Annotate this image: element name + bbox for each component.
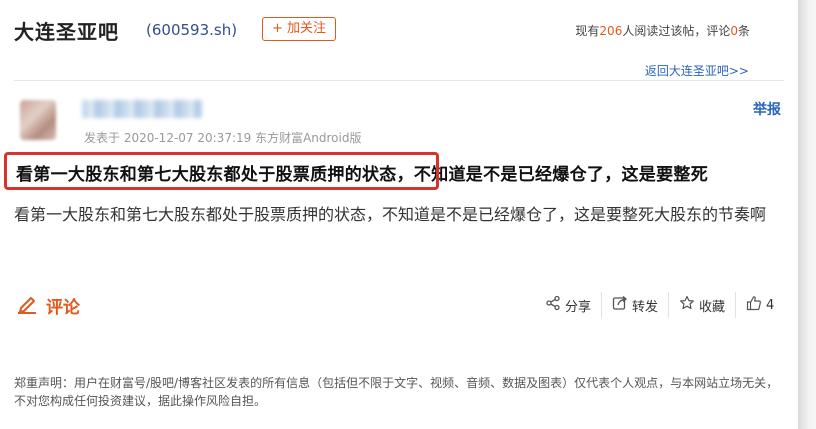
share-label: 分享 xyxy=(565,299,592,315)
stats-mid: 人阅读过该帖，评论 xyxy=(622,24,731,38)
bar-name[interactable]: 大连圣亚吧 xyxy=(14,16,119,45)
star-icon xyxy=(679,295,699,315)
comment-label: 评论 xyxy=(46,297,80,318)
follow-button[interactable]: + 加关注 xyxy=(262,17,336,41)
like-count: 4 xyxy=(766,297,775,313)
reader-count: 206 xyxy=(599,24,623,38)
stats-suffix: 条 xyxy=(737,24,750,38)
forward-label: 转发 xyxy=(632,299,659,315)
like-button[interactable]: 4 xyxy=(736,292,784,318)
post-actions: 分享 转发 收藏 4 xyxy=(535,292,784,318)
read-stats: 现有206人阅读过该帖，评论0条 xyxy=(575,22,750,39)
post-card: 大连圣亚吧 (600593.sh) + 加关注 现有206人阅读过该帖，评论0条… xyxy=(0,0,798,429)
header-divider xyxy=(14,80,784,81)
forward-icon xyxy=(612,295,632,315)
highlight-box xyxy=(4,152,439,190)
username-blurred[interactable] xyxy=(82,100,202,118)
post-body: 看第一大股东和第七大股东都处于股票质押的状态，不知道是不是已经爆仓了，这是要整死… xyxy=(14,205,767,224)
back-to-bar-link[interactable]: 返回大连圣亚吧>> xyxy=(645,62,749,79)
favorite-label: 收藏 xyxy=(699,299,726,315)
disclaimer: 郑重声明：用户在财富号/股吧/博客社区发表的所有信息（包括但不限于文字、视频、音… xyxy=(14,376,779,408)
comment-count: 0 xyxy=(730,24,738,38)
stock-code: (600593.sh) xyxy=(146,21,238,39)
share-icon xyxy=(545,295,565,315)
edit-icon xyxy=(16,292,38,318)
favorite-button[interactable]: 收藏 xyxy=(669,292,735,318)
page-edge xyxy=(798,0,816,429)
post-meta: 发表于 2020-12-07 20:37:19 东方财富Android版 xyxy=(84,131,362,145)
stats-prefix: 现有 xyxy=(575,24,600,38)
comment-button[interactable]: 评论 xyxy=(16,292,80,318)
thumbs-up-icon xyxy=(746,295,766,315)
report-button[interactable]: 举报 xyxy=(753,99,781,119)
avatar[interactable] xyxy=(20,100,56,140)
share-button[interactable]: 分享 xyxy=(535,292,601,318)
forward-button[interactable]: 转发 xyxy=(602,292,668,318)
